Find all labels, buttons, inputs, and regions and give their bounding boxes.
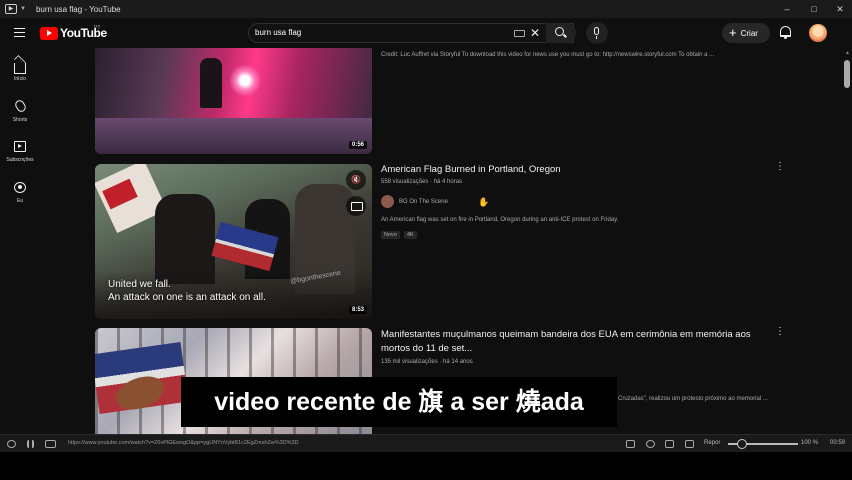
search-input[interactable] xyxy=(255,28,505,37)
volume-value: 100 % xyxy=(801,440,819,446)
close-window-button[interactable]: ✕ xyxy=(826,0,852,18)
settings-gear-icon[interactable] xyxy=(7,440,16,448)
menu-icon[interactable] xyxy=(14,28,25,37)
mute-icon[interactable]: 🔇 xyxy=(346,170,366,190)
channel-avatar xyxy=(381,195,394,208)
more-options-icon[interactable]: ⋮ xyxy=(775,162,785,172)
time-display: 00:59 xyxy=(830,440,846,446)
captions-icon[interactable] xyxy=(346,196,366,216)
fire xyxy=(230,63,260,98)
maximize-button[interactable]: □ xyxy=(800,0,828,18)
video-description: Credit: Luc Auffret via Storyful To down… xyxy=(381,52,715,58)
video-caption: United we fall. An attack on one is an a… xyxy=(108,279,266,303)
search-icon xyxy=(555,27,564,36)
sidebar-item-you[interactable]: Eu xyxy=(0,182,40,204)
scroll-up-arrow[interactable]: ▲ xyxy=(845,50,850,56)
duration-badge: 8:53 xyxy=(348,306,367,314)
video-description: An American flag was set on fire in Port… xyxy=(381,217,619,223)
video-description: Cruzadas", realizou um protesto próximo … xyxy=(618,396,768,402)
sidebar-item-label: Eu xyxy=(16,198,24,204)
create-button[interactable]: + Criar xyxy=(722,23,770,43)
video-meta: 135 mil visualizações · há 14 anos xyxy=(381,359,473,365)
home-icon xyxy=(14,63,26,74)
repeat-label[interactable]: Repor xyxy=(704,440,720,446)
shorts-icon xyxy=(13,98,27,114)
window-titlebar: ▶ ▼ burn usa flag - YouTube – □ ✕ xyxy=(0,0,852,18)
subtitles-icon[interactable] xyxy=(45,440,56,448)
video-title[interactable]: Manifestantes muçulmanos queimam bandeir… xyxy=(381,328,761,356)
4k-badge: 4K xyxy=(404,231,417,239)
scrollbar-thumb[interactable] xyxy=(844,60,850,88)
sidebar-item-label: Início xyxy=(14,76,26,82)
clear-search-icon[interactable]: ✕ xyxy=(530,26,540,40)
sidebar-item-subscriptions[interactable]: Subscrições xyxy=(0,141,40,163)
channel-link[interactable]: BG On The Scene xyxy=(381,195,448,208)
keyboard-icon[interactable] xyxy=(514,30,525,37)
you-icon xyxy=(14,182,26,193)
volume-knob[interactable] xyxy=(737,439,747,449)
new-badge: Novo xyxy=(381,231,400,239)
microphone-icon xyxy=(594,27,599,35)
sidebar-item-label: Subscrições xyxy=(6,157,34,163)
channel-name: BG On The Scene xyxy=(399,198,448,205)
sidebar-item-home[interactable]: Início xyxy=(0,60,40,82)
masthead: YouTube PT ✕ + Criar xyxy=(0,18,852,48)
chevron-down-icon[interactable]: ▼ xyxy=(20,6,26,12)
sidebar-item-shorts[interactable]: Shorts xyxy=(0,98,40,123)
create-label: Criar xyxy=(740,28,758,38)
youtube-play-icon xyxy=(40,26,58,40)
search-button[interactable] xyxy=(546,23,576,43)
video-thumbnail[interactable]: 0:56 xyxy=(95,48,372,154)
window-icon[interactable] xyxy=(665,440,674,448)
video-meta: 558 visualizações · há 4 horas xyxy=(381,179,463,185)
video-title[interactable]: American Flag Burned in Portland, Oregon xyxy=(381,163,761,177)
avatar[interactable] xyxy=(809,24,827,42)
fullscreen-icon[interactable] xyxy=(626,440,635,448)
mouse-cursor-icon: ✋ xyxy=(478,197,490,207)
figure xyxy=(200,58,222,108)
camera-icon[interactable] xyxy=(646,440,655,448)
minimize-button[interactable]: – xyxy=(773,0,801,18)
app-icon[interactable]: ▶ xyxy=(5,4,17,14)
subtitle-overlay: video recente de 旗 a ser 燒ada xyxy=(181,377,617,427)
search-box: ✕ xyxy=(248,23,574,43)
more-options-icon[interactable]: ⋮ xyxy=(775,327,785,337)
pip-icon[interactable] xyxy=(685,440,694,448)
subscriptions-icon xyxy=(14,141,26,152)
screen-bottom-border xyxy=(0,452,852,480)
plus-icon: + xyxy=(729,25,737,40)
sidebar-item-label: Shorts xyxy=(12,117,28,123)
country-code: PT xyxy=(94,25,101,31)
voice-search-button[interactable] xyxy=(586,22,608,44)
player-bar: https://www.youtube.com/watch?v=Z6vPlGEw… xyxy=(0,434,852,452)
duration-badge: 0:56 xyxy=(348,141,367,149)
pause-icon[interactable] xyxy=(27,440,34,448)
window-title: burn usa flag - YouTube xyxy=(35,4,121,14)
url-display: https://www.youtube.com/watch?v=Z6vPlGEw… xyxy=(68,440,299,446)
notifications-bell-icon[interactable] xyxy=(780,26,791,39)
